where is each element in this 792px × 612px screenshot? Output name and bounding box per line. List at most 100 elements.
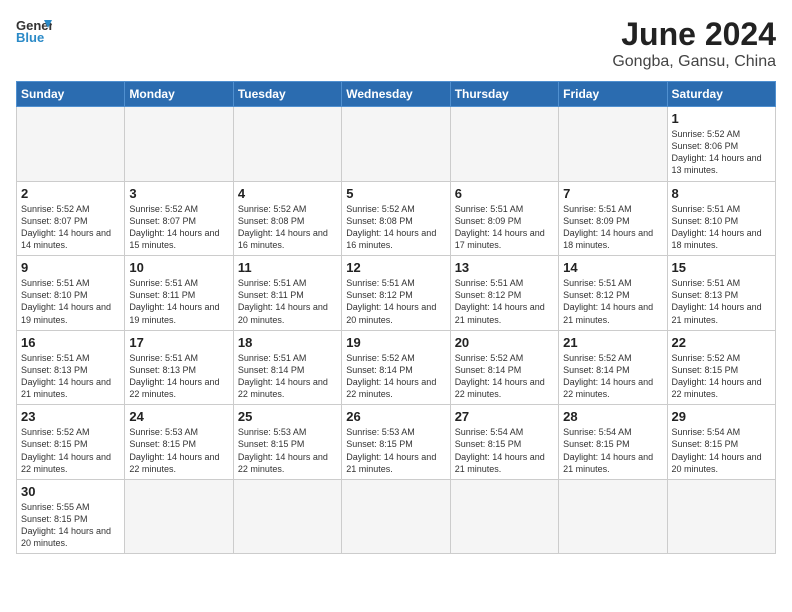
location: Gongba, Gansu, China (612, 53, 776, 71)
day-info: Sunrise: 5:52 AM Sunset: 8:15 PM Dayligh… (672, 352, 771, 401)
day-info: Sunrise: 5:53 AM Sunset: 8:15 PM Dayligh… (129, 426, 228, 475)
day-info: Sunrise: 5:51 AM Sunset: 8:09 PM Dayligh… (563, 203, 662, 252)
calendar-cell: 25 Sunrise: 5:53 AM Sunset: 8:15 PM Dayli… (233, 405, 341, 480)
day-info: Sunrise: 5:51 AM Sunset: 8:12 PM Dayligh… (455, 277, 554, 326)
day-number: 17 (129, 335, 228, 350)
day-info: Sunrise: 5:51 AM Sunset: 8:13 PM Dayligh… (21, 352, 120, 401)
calendar-cell: 1Sunrise: 5:52 AM Sunset: 8:06 PM Daylig… (667, 107, 775, 182)
header-monday: Monday (125, 82, 233, 107)
day-info: Sunrise: 5:54 AM Sunset: 8:15 PM Dayligh… (455, 426, 554, 475)
day-number: 28 (563, 409, 662, 424)
day-info: Sunrise: 5:51 AM Sunset: 8:13 PM Dayligh… (129, 352, 228, 401)
day-number: 13 (455, 260, 554, 275)
calendar-week-2: 9Sunrise: 5:51 AM Sunset: 8:10 PM Daylig… (17, 256, 776, 331)
calendar-cell: 29 Sunrise: 5:54 AM Sunset: 8:15 PM Dayli… (667, 405, 775, 480)
header-sunday: Sunday (17, 82, 125, 107)
day-number: 2 (21, 186, 120, 201)
calendar-cell: 23Sunrise: 5:52 AM Sunset: 8:15 PM Dayli… (17, 405, 125, 480)
calendar-week-4: 23Sunrise: 5:52 AM Sunset: 8:15 PM Dayli… (17, 405, 776, 480)
calendar-cell: 13 Sunrise: 5:51 AM Sunset: 8:12 PM Dayli… (450, 256, 558, 331)
calendar-cell (450, 479, 558, 554)
day-info: Sunrise: 5:51 AM Sunset: 8:10 PM Dayligh… (672, 203, 771, 252)
day-number: 7 (563, 186, 662, 201)
day-info: Sunrise: 5:51 AM Sunset: 8:11 PM Dayligh… (129, 277, 228, 326)
day-number: 8 (672, 186, 771, 201)
calendar-cell: 5Sunrise: 5:52 AM Sunset: 8:08 PM Daylig… (342, 181, 450, 256)
calendar-cell: 21 Sunrise: 5:52 AM Sunset: 8:14 PM Dayli… (559, 330, 667, 405)
calendar-cell (233, 479, 341, 554)
calendar-cell: 16 Sunrise: 5:51 AM Sunset: 8:13 PM Dayli… (17, 330, 125, 405)
calendar-cell: 22Sunrise: 5:52 AM Sunset: 8:15 PM Dayli… (667, 330, 775, 405)
calendar-cell: 30Sunrise: 5:55 AM Sunset: 8:15 PM Dayli… (17, 479, 125, 554)
day-info: Sunrise: 5:52 AM Sunset: 8:08 PM Dayligh… (238, 203, 337, 252)
svg-text:Blue: Blue (16, 30, 44, 44)
day-info: Sunrise: 5:52 AM Sunset: 8:14 PM Dayligh… (563, 352, 662, 401)
calendar-cell: 9Sunrise: 5:51 AM Sunset: 8:10 PM Daylig… (17, 256, 125, 331)
day-info: Sunrise: 5:51 AM Sunset: 8:09 PM Dayligh… (455, 203, 554, 252)
calendar-cell: 15Sunrise: 5:51 AM Sunset: 8:13 PM Dayli… (667, 256, 775, 331)
day-number: 29 (672, 409, 771, 424)
day-info: Sunrise: 5:55 AM Sunset: 8:15 PM Dayligh… (21, 501, 120, 550)
calendar-cell: 19Sunrise: 5:52 AM Sunset: 8:14 PM Dayli… (342, 330, 450, 405)
calendar-week-3: 16 Sunrise: 5:51 AM Sunset: 8:13 PM Dayli… (17, 330, 776, 405)
day-info: Sunrise: 5:52 AM Sunset: 8:06 PM Dayligh… (672, 128, 771, 177)
calendar-cell: 28Sunrise: 5:54 AM Sunset: 8:15 PM Dayli… (559, 405, 667, 480)
calendar-cell: 18Sunrise: 5:51 AM Sunset: 8:14 PM Dayli… (233, 330, 341, 405)
day-number: 12 (346, 260, 445, 275)
calendar-cell: 14Sunrise: 5:51 AM Sunset: 8:12 PM Dayli… (559, 256, 667, 331)
calendar-cell (17, 107, 125, 182)
header-thursday: Thursday (450, 82, 558, 107)
day-info: Sunrise: 5:52 AM Sunset: 8:14 PM Dayligh… (455, 352, 554, 401)
day-info: Sunrise: 5:51 AM Sunset: 8:12 PM Dayligh… (346, 277, 445, 326)
day-info: Sunrise: 5:52 AM Sunset: 8:07 PM Dayligh… (21, 203, 120, 252)
calendar-cell (233, 107, 341, 182)
day-number: 21 (563, 335, 662, 350)
page-header: General Blue June 2024 Gongba, Gansu, Ch… (16, 16, 776, 71)
title-area: June 2024 Gongba, Gansu, China (612, 16, 776, 71)
day-number: 24 (129, 409, 228, 424)
day-number: 27 (455, 409, 554, 424)
day-info: Sunrise: 5:51 AM Sunset: 8:12 PM Dayligh… (563, 277, 662, 326)
calendar-cell: 6 Sunrise: 5:51 AM Sunset: 8:09 PM Daylig… (450, 181, 558, 256)
day-number: 16 (21, 335, 120, 350)
day-number: 9 (21, 260, 120, 275)
calendar-cell (342, 479, 450, 554)
calendar-cell (559, 479, 667, 554)
day-info: Sunrise: 5:52 AM Sunset: 8:14 PM Dayligh… (346, 352, 445, 401)
header-wednesday: Wednesday (342, 82, 450, 107)
day-number: 25 (238, 409, 337, 424)
calendar-table: SundayMondayTuesdayWednesdayThursdayFrid… (16, 81, 776, 554)
day-number: 20 (455, 335, 554, 350)
calendar-cell: 3Sunrise: 5:52 AM Sunset: 8:07 PM Daylig… (125, 181, 233, 256)
day-number: 15 (672, 260, 771, 275)
calendar-week-0: 1Sunrise: 5:52 AM Sunset: 8:06 PM Daylig… (17, 107, 776, 182)
calendar-cell (342, 107, 450, 182)
calendar-cell: 27 Sunrise: 5:54 AM Sunset: 8:15 PM Dayli… (450, 405, 558, 480)
day-info: Sunrise: 5:51 AM Sunset: 8:11 PM Dayligh… (238, 277, 337, 326)
calendar-cell (667, 479, 775, 554)
calendar-cell: 26Sunrise: 5:53 AM Sunset: 8:15 PM Dayli… (342, 405, 450, 480)
day-number: 4 (238, 186, 337, 201)
calendar-cell (559, 107, 667, 182)
day-number: 11 (238, 260, 337, 275)
header-friday: Friday (559, 82, 667, 107)
calendar-cell: 8 Sunrise: 5:51 AM Sunset: 8:10 PM Daylig… (667, 181, 775, 256)
month-year: June 2024 (612, 16, 776, 53)
calendar-cell: 10Sunrise: 5:51 AM Sunset: 8:11 PM Dayli… (125, 256, 233, 331)
header-tuesday: Tuesday (233, 82, 341, 107)
calendar-header-row: SundayMondayTuesdayWednesdayThursdayFrid… (17, 82, 776, 107)
calendar-cell (450, 107, 558, 182)
calendar-week-1: 2 Sunrise: 5:52 AM Sunset: 8:07 PM Daylig… (17, 181, 776, 256)
header-saturday: Saturday (667, 82, 775, 107)
calendar-cell: 24 Sunrise: 5:53 AM Sunset: 8:15 PM Dayli… (125, 405, 233, 480)
day-info: Sunrise: 5:54 AM Sunset: 8:15 PM Dayligh… (672, 426, 771, 475)
day-info: Sunrise: 5:53 AM Sunset: 8:15 PM Dayligh… (238, 426, 337, 475)
day-info: Sunrise: 5:52 AM Sunset: 8:08 PM Dayligh… (346, 203, 445, 252)
calendar-cell: 12 Sunrise: 5:51 AM Sunset: 8:12 PM Dayli… (342, 256, 450, 331)
calendar-cell: 7 Sunrise: 5:51 AM Sunset: 8:09 PM Daylig… (559, 181, 667, 256)
day-number: 18 (238, 335, 337, 350)
calendar-cell: 2 Sunrise: 5:52 AM Sunset: 8:07 PM Daylig… (17, 181, 125, 256)
calendar-week-5: 30Sunrise: 5:55 AM Sunset: 8:15 PM Dayli… (17, 479, 776, 554)
day-number: 3 (129, 186, 228, 201)
day-number: 6 (455, 186, 554, 201)
